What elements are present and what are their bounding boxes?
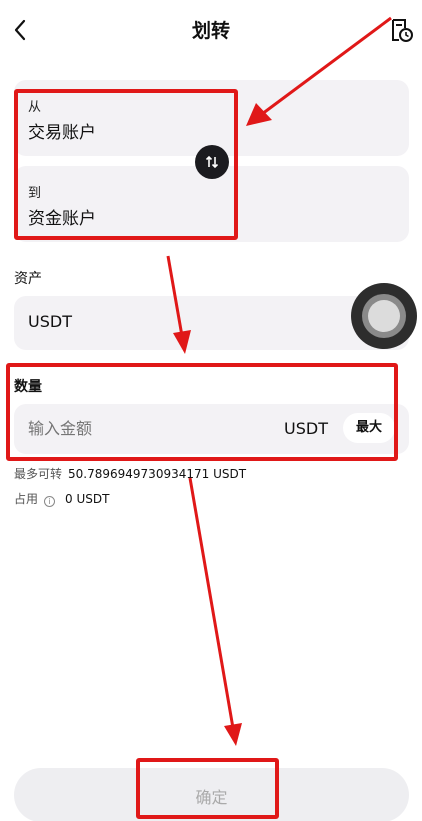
amount-input[interactable] bbox=[28, 419, 228, 438]
occupied-value: 0 USDT bbox=[65, 492, 110, 506]
occupied-label: 占用 bbox=[14, 492, 39, 506]
max-transferable-value: 50.7896949730934171 USDT bbox=[68, 467, 247, 481]
to-account-value: 资金账户 bbox=[28, 209, 96, 229]
assistive-core bbox=[368, 300, 400, 332]
asset-selector[interactable]: USDT bbox=[14, 296, 409, 350]
nav-bar: 划转 bbox=[0, 0, 422, 60]
swap-arrows-icon bbox=[205, 155, 219, 169]
asset-value: USDT bbox=[28, 312, 72, 331]
from-account-value: 交易账户 bbox=[28, 123, 96, 143]
from-label: 从 bbox=[28, 100, 42, 115]
amount-unit: USDT bbox=[284, 419, 328, 438]
swap-accounts-button[interactable] bbox=[195, 145, 229, 179]
annotation-arrow-to-confirm bbox=[188, 477, 242, 746]
occupied-row: 占用 i 0 USDT bbox=[14, 490, 109, 507]
confirm-button[interactable]: 确定 bbox=[14, 768, 409, 821]
assistive-touch-button[interactable] bbox=[351, 283, 417, 349]
asset-label: 资产 bbox=[14, 271, 42, 287]
transfer-record-icon[interactable] bbox=[388, 17, 414, 43]
max-transferable-row: 最多可转 50.7896949730934171 USDT bbox=[14, 465, 246, 482]
to-label: 到 bbox=[28, 186, 42, 201]
amount-label: 数量 bbox=[14, 379, 42, 395]
max-transferable-label: 最多可转 bbox=[14, 467, 63, 481]
page-title: 划转 bbox=[191, 20, 230, 42]
info-icon[interactable]: i bbox=[44, 496, 56, 507]
max-button[interactable]: 最大 bbox=[343, 413, 395, 443]
